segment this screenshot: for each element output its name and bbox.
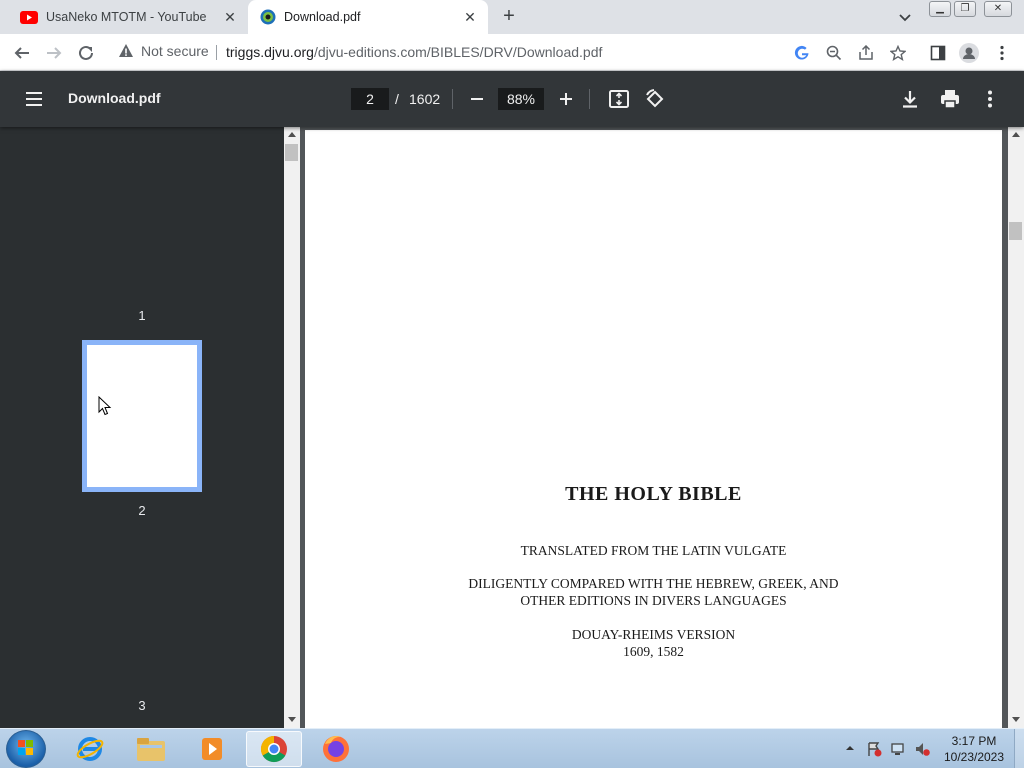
download-icon[interactable] (898, 87, 922, 111)
tab-title: Download.pdf (284, 10, 361, 24)
forward-arrow-icon (47, 47, 62, 59)
google-lens-icon[interactable] (792, 43, 812, 63)
action-center-flag-icon[interactable] (866, 741, 882, 757)
thumbnail-label-3[interactable]: 3 (0, 698, 284, 713)
more-actions-icon[interactable] (978, 87, 1002, 111)
clock-time: 3:17 PM (951, 734, 997, 748)
scroll-up-arrow-icon[interactable] (288, 132, 296, 137)
volume-muted-icon[interactable] (914, 741, 930, 757)
back-button[interactable] (9, 40, 35, 66)
profile-avatar-icon (959, 43, 979, 63)
document-line: DILIGENTLY COMPARED WITH THE HEBREW, GRE… (468, 576, 839, 591)
maximize-button[interactable]: ❐ (954, 1, 976, 17)
zoom-level-input[interactable]: 88% (498, 88, 544, 110)
security-label: Not secure (141, 43, 209, 59)
profile-button[interactable] (956, 40, 982, 66)
document-line: TRANSLATED FROM THE LATIN VULGATE (520, 543, 787, 558)
taskbar-internet-explorer[interactable] (62, 731, 118, 767)
reload-button[interactable] (73, 40, 99, 66)
bookmark-star-icon[interactable] (888, 43, 908, 63)
document-heading: THE HOLY BIBLE (565, 483, 742, 505)
zoom-in-icon[interactable] (555, 88, 577, 110)
firefox-icon (323, 736, 349, 762)
omnibox-divider (216, 45, 217, 60)
close-window-button[interactable]: ✕ (984, 1, 1012, 17)
sidebar-scrollbar[interactable] (284, 127, 300, 728)
document-line: 1609, 1582 (623, 644, 684, 659)
windows-logo-icon (18, 740, 33, 755)
internet-explorer-icon (76, 737, 104, 761)
pdf-toolbar: Download.pdf 2 / 1602 88% (0, 71, 1024, 127)
total-pages: 1602 (409, 91, 441, 107)
scroll-down-arrow-icon[interactable] (1012, 717, 1020, 722)
page-number-input[interactable]: 2 (351, 88, 389, 110)
toolbar-divider (589, 89, 590, 109)
taskbar-firefox[interactable] (308, 731, 364, 767)
browser-toolbar: Not secure triggs.djvu.org/djvu-editions… (0, 34, 1024, 71)
security-chip[interactable]: Not secure (118, 43, 209, 59)
url-text[interactable]: triggs.djvu.org/djvu-editions.com/BIBLES… (226, 44, 602, 60)
taskbar-media-player[interactable] (184, 731, 240, 767)
print-icon[interactable] (938, 87, 962, 111)
system-clock[interactable]: 3:17 PM 10/23/2023 (936, 733, 1012, 765)
minimize-button[interactable]: ▁ (929, 1, 951, 17)
tab-title: UsaNeko MTOTM - YouTube (46, 10, 206, 24)
pdf-viewport[interactable]: THE HOLY BIBLE TRANSLATED FROM THE LATIN… (300, 127, 1008, 728)
tab-strip: UsaNeko MTOTM - YouTube ✕ Download.pdf ✕… (0, 0, 1024, 34)
main-scroll-thumb[interactable] (1009, 222, 1022, 240)
media-player-icon (202, 738, 222, 760)
tab-download-pdf[interactable]: Download.pdf ✕ (248, 0, 488, 34)
url-path: /djvu-editions.com/BIBLES/DRV/Download.p… (313, 44, 603, 60)
document-title: Download.pdf (68, 90, 161, 106)
windows-taskbar: 3:17 PM 10/23/2023 (0, 728, 1024, 768)
close-tab-icon[interactable]: ✕ (222, 9, 238, 25)
youtube-icon (20, 10, 38, 24)
sidebar-scroll-thumb[interactable] (285, 144, 298, 161)
fit-to-page-icon[interactable] (607, 87, 631, 111)
document-line: OTHER EDITIONS IN DIVERS LANGUAGES (520, 593, 787, 608)
back-arrow-icon (14, 47, 29, 59)
scroll-up-arrow-icon[interactable] (1012, 132, 1020, 137)
thumbnail-label-1[interactable]: 1 (0, 308, 284, 323)
zoom-magnifier-icon[interactable] (824, 43, 844, 63)
browser-menu-button[interactable] (989, 40, 1015, 66)
rotate-counterclockwise-icon[interactable] (643, 87, 667, 111)
share-icon[interactable] (856, 43, 876, 63)
toolbar-divider (452, 89, 453, 109)
vertical-dots-icon (1000, 45, 1004, 61)
show-hidden-icons-chevron-icon[interactable] (845, 743, 855, 753)
close-tab-icon[interactable]: ✕ (462, 9, 478, 25)
clock-date: 10/23/2023 (943, 750, 1005, 764)
side-panel-icon (930, 45, 946, 61)
tab-youtube[interactable]: UsaNeko MTOTM - YouTube ✕ (8, 0, 248, 34)
document-line: DOUAY-RHEIMS VERSION (571, 627, 736, 642)
mouse-cursor-icon (98, 396, 112, 416)
chrome-icon (260, 735, 287, 763)
pdf-page: THE HOLY BIBLE TRANSLATED FROM THE LATIN… (305, 130, 1002, 728)
zoom-out-icon[interactable] (466, 88, 488, 110)
thumbnail-sidebar: 1 2 3 (0, 127, 284, 728)
main-scrollbar[interactable] (1008, 127, 1024, 728)
show-desktop-button[interactable] (1014, 729, 1024, 768)
hamburger-menu-icon[interactable] (22, 87, 46, 111)
url-host: triggs.djvu.org (226, 44, 314, 60)
side-panel-button[interactable] (925, 40, 951, 66)
thumbnail-page-2[interactable] (82, 340, 202, 492)
pdf-favicon (260, 9, 276, 25)
page-separator: / (395, 91, 399, 107)
scroll-down-arrow-icon[interactable] (288, 717, 296, 722)
reload-icon (79, 45, 93, 60)
file-explorer-icon (137, 738, 165, 761)
warning-icon (119, 44, 133, 57)
taskbar-file-explorer[interactable] (123, 731, 179, 767)
forward-button[interactable] (41, 40, 67, 66)
new-tab-button[interactable]: + (496, 5, 522, 29)
omnibox[interactable]: Not secure triggs.djvu.org/djvu-editions… (108, 37, 920, 67)
thumbnail-label-2[interactable]: 2 (0, 503, 284, 518)
tab-search-chevron-icon[interactable] (896, 8, 914, 26)
taskbar-chrome[interactable] (246, 731, 302, 767)
network-icon[interactable] (890, 741, 906, 757)
start-button[interactable] (6, 730, 46, 768)
